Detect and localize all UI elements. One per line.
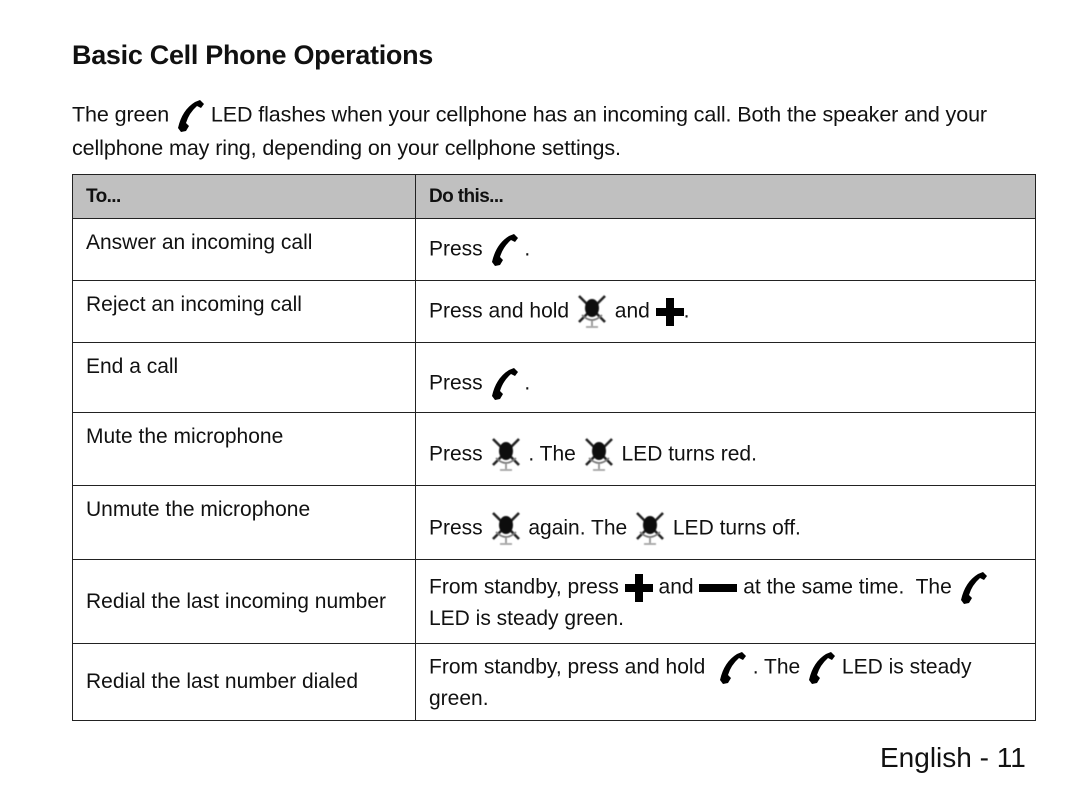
instruction-text: and (608, 299, 656, 323)
plus-icon (624, 573, 653, 603)
intro-text-start: The green (72, 102, 175, 127)
row-instruction: Press . The LED turns red. (415, 412, 1036, 486)
row-task: Answer an incoming call (72, 218, 416, 281)
phone-handset-icon (958, 571, 988, 605)
table-row: Redial the last number dialed From stand… (72, 643, 1036, 721)
plus-icon (655, 297, 684, 327)
table-row: Answer an incoming call Press . (72, 218, 1036, 281)
instruction-text: Press (429, 371, 489, 395)
operations-table: To... Do this... Answer an incoming call… (72, 174, 1036, 721)
page-title: Basic Cell Phone Operations (72, 40, 434, 70)
instruction-text: again. The (522, 516, 634, 540)
phone-handset-icon (175, 99, 205, 133)
row-task: Redial the last number dialed (72, 643, 416, 721)
mute-mic-icon (582, 436, 616, 474)
instruction-text: LED turns red. (615, 442, 757, 466)
table-row: Mute the microphone Press . The LED turn… (72, 412, 1036, 486)
page-footer: English - 11 (880, 742, 1026, 773)
instruction-text: From standby, press and hold (429, 655, 717, 679)
instruction-text: Press and hold (429, 299, 575, 323)
instruction-text: Press (429, 442, 489, 466)
table-row: Reject an incoming call Press and hold a… (72, 280, 1036, 343)
instruction-text: . (518, 371, 531, 395)
instruction-text: From standby, press (429, 575, 625, 599)
row-instruction: Press . (415, 218, 1036, 281)
header-do-this: Do this... (415, 174, 1036, 219)
row-instruction: From standby, press and hold . The LED i… (415, 643, 1036, 721)
instruction-text: . (518, 237, 531, 261)
phone-handset-icon (489, 233, 519, 267)
instruction-text: . The (522, 442, 582, 466)
row-instruction: Press again. The LED turns off. (415, 485, 1036, 560)
instruction-text: Press (429, 516, 489, 540)
table-row: Unmute the microphone Press again. The L… (72, 485, 1036, 560)
instruction-text: . The (746, 655, 807, 679)
mute-mic-icon (489, 510, 523, 548)
table-row: Redial the last incoming number From sta… (72, 559, 1036, 644)
instruction-text: LED turns off. (667, 516, 801, 540)
mute-mic-icon (633, 510, 667, 548)
row-task: Mute the microphone (72, 412, 416, 486)
row-task: Reject an incoming call (72, 280, 416, 343)
intro-text-end: LED flashes when your cellphone has an i… (72, 102, 987, 160)
instruction-text: and (652, 575, 700, 599)
row-task: Redial the last incoming number (72, 559, 416, 644)
row-task: End a call (72, 342, 416, 413)
mute-mic-icon (575, 293, 609, 331)
header-to: To... (72, 174, 416, 219)
row-instruction: Press and hold and . (415, 280, 1036, 343)
instruction-text: . (683, 299, 690, 323)
intro-paragraph: The green LED flashes when your cellphon… (72, 99, 1042, 164)
mute-mic-icon (489, 436, 523, 474)
table-header-row: To... Do this... (72, 174, 1036, 219)
phone-handset-icon (717, 651, 747, 685)
table-row: End a call Press . (72, 342, 1036, 413)
phone-handset-icon (806, 651, 836, 685)
row-task: Unmute the microphone (72, 485, 416, 560)
minus-icon (699, 582, 738, 594)
instruction-text: at the same time. The (737, 575, 958, 599)
phone-handset-icon (489, 367, 519, 401)
row-instruction: From standby, press and at the same time… (415, 559, 1036, 644)
instruction-text: Press (429, 237, 489, 261)
row-instruction: Press . (415, 342, 1036, 413)
